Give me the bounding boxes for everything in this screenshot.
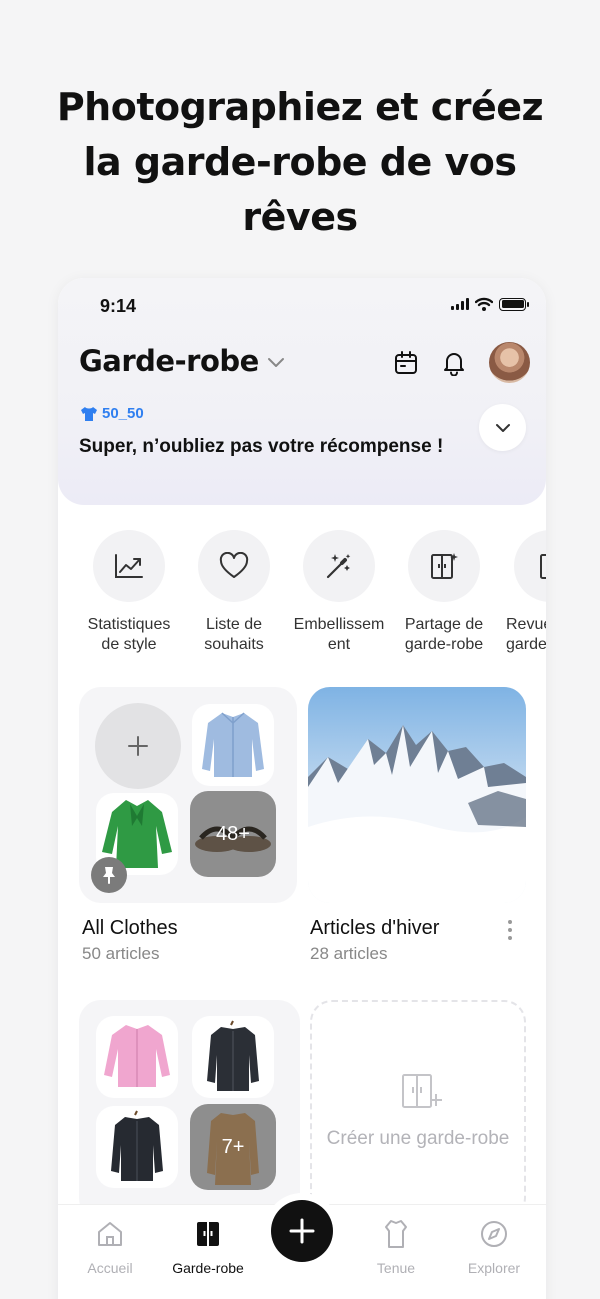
cellular-signal-icon — [451, 298, 469, 310]
add-wardrobe-icon — [402, 1074, 442, 1108]
nav-label: Explorer — [467, 1260, 521, 1276]
calendar-icon[interactable] — [393, 350, 419, 376]
expand-button[interactable] — [479, 404, 526, 451]
wardrobe-switcher[interactable]: Garde-robe — [79, 344, 285, 378]
quick-action-circle — [303, 530, 375, 602]
promo-headline: Photographiez et créez la garde-robe de … — [0, 80, 600, 245]
item-thumbnail — [96, 1016, 178, 1098]
phone-screen: 9:14 Garde-robe 50_50 Super, n’oubliez p… — [58, 278, 546, 1299]
trend-chart-icon — [115, 554, 143, 578]
quick-action-label: Liste de souhaits — [204, 616, 264, 653]
quick-action-label: Revuegarde — [506, 616, 546, 653]
create-wardrobe-card[interactable]: Créer une garde-robe — [310, 1000, 526, 1220]
wardrobe-card-all-clothes[interactable]: 48+ — [79, 687, 297, 903]
item-thumbnail — [192, 704, 274, 786]
plus-icon — [128, 736, 148, 756]
chevron-down-icon — [495, 423, 510, 432]
shirt-icon — [385, 1220, 407, 1248]
reward-tag: 50_50 — [80, 405, 144, 422]
page-title: Garde-robe — [79, 344, 259, 378]
battery-icon — [499, 297, 529, 311]
nav-home[interactable]: Accueil — [65, 1219, 155, 1276]
bottom-nav: Accueil Garde-robe Tenue Explorer — [58, 1193, 546, 1299]
blue-shirt-image — [202, 712, 264, 777]
headline-line-1: Photographiez et créez — [56, 85, 544, 129]
quick-action-label: Partage de garde-robe — [404, 616, 484, 653]
nav-label: Accueil — [87, 1260, 133, 1276]
nav-outfit[interactable]: Tenue — [351, 1219, 441, 1276]
wardrobe-name: All Clothes — [82, 917, 178, 939]
more-items-tile[interactable]: 48+ — [190, 791, 276, 877]
wardrobe-share-icon — [431, 553, 458, 579]
bell-icon[interactable] — [441, 350, 467, 376]
quick-action-circle — [408, 530, 480, 602]
wardrobe-card-winter[interactable] — [308, 687, 526, 903]
nav-label: Garde-robe — [172, 1260, 244, 1276]
pin-icon — [103, 867, 115, 884]
quick-action-label: Embellissem ent — [293, 616, 385, 653]
nav-explore[interactable]: Explorer — [449, 1219, 539, 1276]
more-items-count: 48+ — [216, 822, 250, 845]
black-coat-image — [111, 1110, 163, 1181]
quick-action-label: Statistiques de style — [87, 616, 171, 653]
home-icon — [98, 1222, 122, 1246]
quick-action-circle — [514, 530, 546, 602]
more-items-count: 7+ — [221, 1135, 245, 1158]
snowy-mountains-image — [308, 687, 526, 903]
add-item-button[interactable] — [95, 703, 181, 789]
plus-icon — [289, 1218, 315, 1244]
header-actions — [393, 342, 530, 383]
wardrobe-name: Articles d'hiver — [310, 917, 440, 939]
black-jacket-image — [207, 1020, 259, 1091]
more-items-tile[interactable]: 7+ — [190, 1104, 276, 1190]
item-thumbnail — [192, 1016, 274, 1098]
quick-action-share-wardrobe[interactable]: Partage de garde-robe — [394, 530, 494, 655]
chevron-down-icon — [267, 358, 284, 367]
pin-badge[interactable] — [91, 857, 127, 893]
pink-shirt-image — [104, 1025, 170, 1087]
create-wardrobe-label: Créer une garde-robe — [326, 1128, 510, 1149]
headline-line-3: rêves — [242, 195, 358, 239]
nav-wardrobe[interactable]: Garde-robe — [163, 1219, 253, 1276]
wardrobe-card-3[interactable]: 7+ — [79, 1000, 300, 1220]
wardrobe-count: 28 articles — [310, 944, 388, 963]
wifi-icon — [475, 297, 493, 311]
shirt-icon — [81, 406, 97, 421]
reward-tag-label: 50_50 — [102, 405, 144, 422]
heart-icon — [219, 552, 249, 578]
quick-action-style-stats[interactable]: Statistiques de style — [79, 530, 179, 655]
status-time: 9:14 — [100, 296, 137, 316]
item-thumbnail — [96, 1106, 178, 1188]
more-options-icon[interactable] — [506, 918, 514, 942]
magic-wand-icon — [326, 554, 351, 579]
avatar[interactable] — [489, 342, 530, 383]
wardrobe-review-icon — [540, 554, 546, 579]
quick-action-wardrobe-review[interactable]: Revuegarde — [499, 530, 546, 655]
quick-action-enhance[interactable]: Embellissem ent — [289, 530, 389, 655]
quick-action-circle — [198, 530, 270, 602]
wardrobe-icon — [197, 1222, 219, 1246]
compass-icon — [481, 1221, 507, 1247]
fab-wrap — [264, 1193, 340, 1269]
wardrobe-count: 50 articles — [82, 944, 160, 963]
quick-action-wishlist[interactable]: Liste de souhaits — [184, 530, 284, 655]
headline-line-2: la garde-robe de vos — [83, 140, 517, 184]
reward-message: Super, n’oubliez pas votre récompense ! — [79, 436, 444, 457]
quick-action-circle — [93, 530, 165, 602]
add-button[interactable] — [271, 1200, 333, 1262]
status-icons — [451, 297, 529, 311]
nav-label: Tenue — [376, 1260, 416, 1276]
